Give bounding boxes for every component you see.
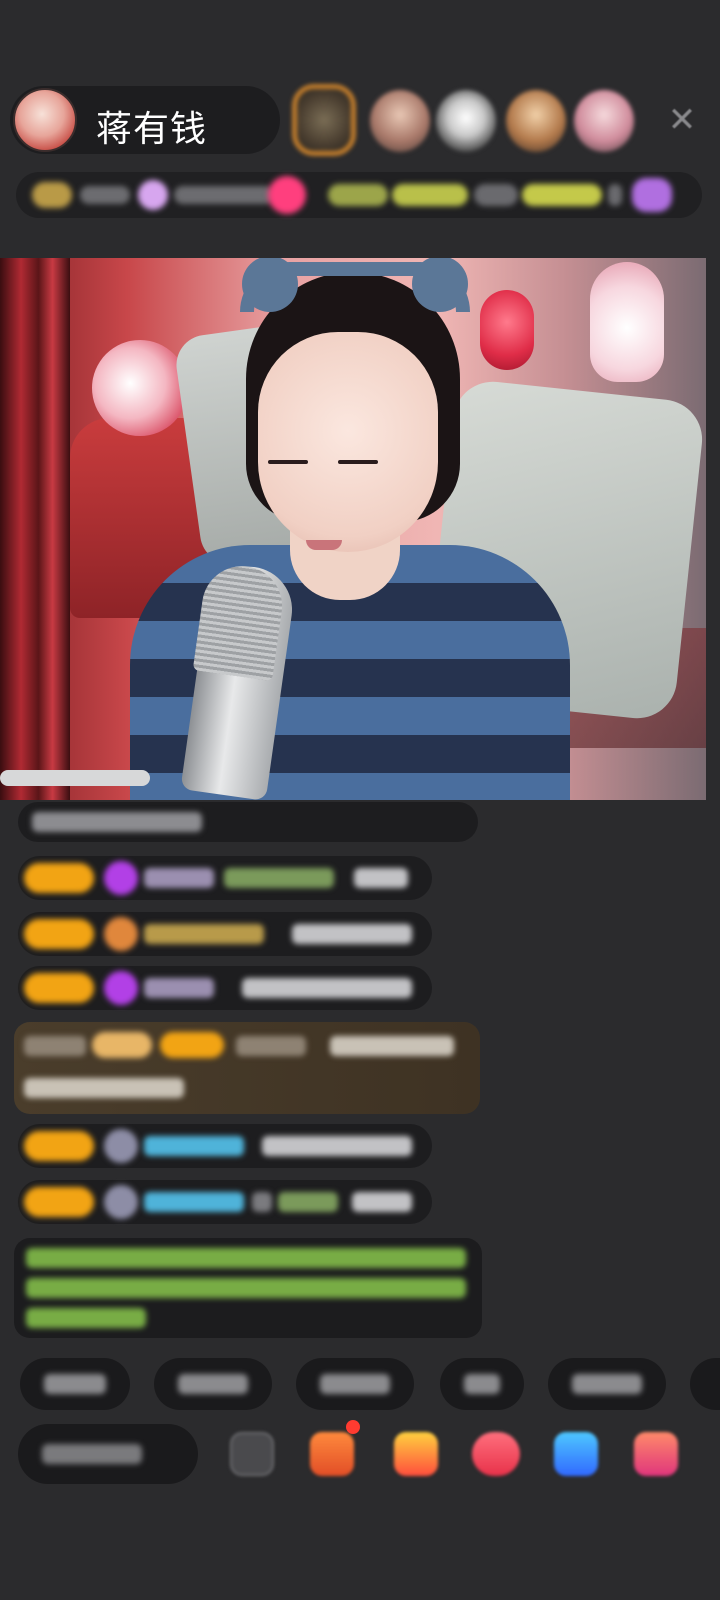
- level-badge: [24, 1187, 94, 1217]
- chat-username[interactable]: [144, 978, 214, 998]
- task-icon[interactable]: [310, 1432, 354, 1476]
- chat-username[interactable]: [144, 1136, 244, 1156]
- chat-text: [352, 1192, 412, 1212]
- level-badge: [24, 1131, 94, 1161]
- viewer-avatar[interactable]: [436, 90, 496, 152]
- top-viewer-avatar[interactable]: [292, 84, 356, 156]
- quick-reply-button[interactable]: [296, 1358, 414, 1410]
- activity-icon[interactable]: [632, 178, 672, 212]
- fan-text: [174, 186, 274, 204]
- level-badge: [24, 973, 94, 1003]
- chat-username[interactable]: [224, 868, 334, 888]
- tag-1: [328, 184, 388, 206]
- tag-4: [522, 184, 602, 206]
- level-badge: [24, 863, 94, 893]
- chat-text: [252, 1192, 272, 1212]
- level-badge: [160, 1032, 224, 1058]
- quick-reply-button[interactable]: [154, 1358, 272, 1410]
- chat-text: [32, 812, 202, 832]
- gift-message[interactable]: [14, 1022, 480, 1114]
- streamer-eye: [338, 460, 378, 464]
- tag-5: [608, 184, 622, 206]
- gem-icon: [104, 861, 138, 895]
- chat-message[interactable]: [18, 966, 432, 1010]
- quick-reply-button[interactable]: [548, 1358, 666, 1410]
- chat-text: [278, 1192, 338, 1212]
- notice-text: [26, 1248, 466, 1268]
- fan-badge-icon: [138, 180, 168, 210]
- chat-message[interactable]: [18, 1180, 432, 1224]
- microphone-stand: [0, 770, 150, 786]
- video-toy: [480, 290, 534, 370]
- host-info-pill[interactable]: 蒋有钱: [10, 86, 280, 154]
- chat-message[interactable]: [18, 912, 432, 956]
- viewer-avatar[interactable]: [506, 90, 566, 152]
- chat-text: [330, 1036, 454, 1056]
- notice-text: [26, 1308, 146, 1328]
- chat-text: [354, 868, 408, 888]
- video-toy-rabbit: [590, 262, 664, 382]
- chat-input-placeholder: [42, 1444, 142, 1464]
- chat-message[interactable]: [18, 1124, 432, 1168]
- room-info-row[interactable]: [16, 172, 702, 218]
- more-icon[interactable]: [634, 1432, 678, 1476]
- gift-badge: [92, 1032, 152, 1058]
- host-avatar[interactable]: [13, 88, 77, 152]
- viewer-avatar[interactable]: [370, 90, 430, 152]
- chat-message[interactable]: [18, 802, 478, 842]
- notice-text: [26, 1278, 466, 1298]
- medal-icon: [104, 917, 138, 951]
- chat-username[interactable]: [144, 924, 264, 944]
- streamer-eye: [268, 460, 308, 464]
- streamer-mouth: [306, 540, 342, 550]
- notification-dot: [346, 1420, 360, 1434]
- system-notice: [14, 1238, 482, 1338]
- quick-reply-button[interactable]: [440, 1358, 524, 1410]
- level-badge: [24, 919, 94, 949]
- avatar: [104, 1129, 138, 1163]
- chat-message[interactable]: [18, 856, 432, 900]
- chat-text: [24, 1036, 86, 1056]
- chat-text: [24, 1078, 184, 1098]
- streamer-face: [258, 332, 438, 552]
- chat-text: [242, 978, 412, 998]
- avatar: [104, 1185, 138, 1219]
- rank-text: [80, 186, 130, 204]
- live-video[interactable]: [0, 258, 706, 800]
- chat-username[interactable]: [144, 1192, 244, 1212]
- rank-badge: [32, 182, 72, 208]
- video-toy-dog: [92, 340, 188, 436]
- tag-2: [392, 184, 468, 206]
- close-icon[interactable]: ✕: [664, 102, 700, 138]
- viewer-avatar[interactable]: [574, 90, 634, 152]
- fan-club-icon[interactable]: [472, 1432, 520, 1476]
- video-curtain: [0, 258, 70, 800]
- chat-text: [262, 1136, 412, 1156]
- quick-reply-button[interactable]: [690, 1358, 720, 1410]
- game-icon[interactable]: [554, 1432, 598, 1476]
- headband-ear: [412, 258, 468, 312]
- emoji-icon[interactable]: [230, 1432, 274, 1476]
- tag-3: [474, 184, 518, 206]
- chat-username[interactable]: [236, 1036, 306, 1056]
- gift-icon[interactable]: [394, 1432, 438, 1476]
- heart-icon[interactable]: [268, 176, 306, 214]
- chat-input[interactable]: [18, 1424, 198, 1484]
- host-name: 蒋有钱: [96, 109, 208, 150]
- quick-reply-button[interactable]: [20, 1358, 130, 1410]
- chat-username[interactable]: [144, 868, 214, 888]
- headband-ear: [242, 258, 298, 312]
- gem-icon: [104, 971, 138, 1005]
- chat-text: [292, 924, 412, 944]
